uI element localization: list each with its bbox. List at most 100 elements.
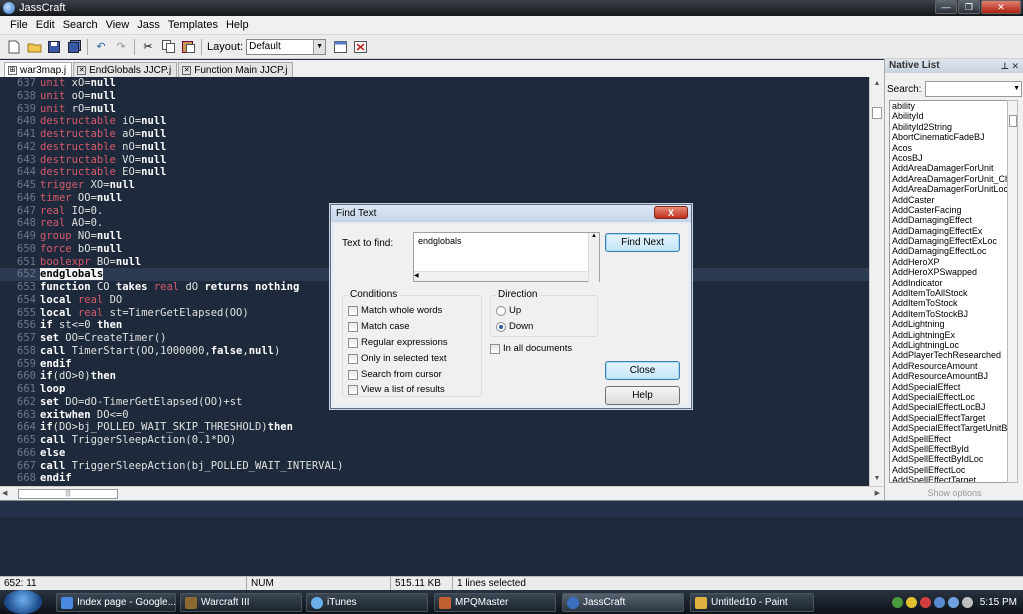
save-all-icon[interactable] <box>66 39 82 55</box>
paste-icon[interactable] <box>180 39 196 55</box>
code-line[interactable]: 665 call TriggerSleepAction(0.1*DO) <box>0 434 236 447</box>
native-list-scrollbar[interactable] <box>1007 100 1018 483</box>
tray-icon[interactable] <box>919 596 931 608</box>
tray-icon[interactable] <box>905 596 917 608</box>
code-line[interactable]: 646 timer OO=null <box>0 192 122 205</box>
code-line[interactable]: 664 if(DO>bj_POLLED_WAIT_SKIP_THRESHOLD)t… <box>0 421 293 434</box>
code-line[interactable]: 644 destructable EO=null <box>0 166 166 179</box>
match-case-checkbox[interactable]: Match case <box>348 321 410 332</box>
scroll-thumb[interactable] <box>872 107 882 119</box>
scroll-thumb[interactable] <box>1009 115 1017 127</box>
native-list-item[interactable]: AddHeroXP <box>890 257 1009 267</box>
scroll-left-icon[interactable]: ◀ <box>2 487 7 500</box>
menu-help[interactable]: Help <box>222 19 253 31</box>
undo-icon[interactable]: ↶ <box>93 39 109 55</box>
pin-close-icons[interactable]: ⊥ ✕ <box>1001 59 1019 73</box>
find-box-vscroll[interactable]: ▲ <box>588 233 599 282</box>
menu-view[interactable]: View <box>102 19 134 31</box>
native-list-item[interactable]: AddAreaDamagerForUnit <box>890 163 1009 173</box>
layout-dropdown[interactable]: Default ▼ <box>246 38 327 55</box>
native-list-item[interactable]: AbilityId <box>890 111 1009 121</box>
native-list-item[interactable]: AddResourceAmountBJ <box>890 371 1009 381</box>
native-list-item[interactable]: AddDamagingEffectEx <box>890 226 1009 236</box>
native-list-item[interactable]: AddSpecialEffectLoc <box>890 392 1009 402</box>
native-list-item[interactable]: AddItemToAllStock <box>890 288 1009 298</box>
close-window-button[interactable]: ✕ <box>981 0 1021 14</box>
code-line[interactable]: 638 unit oO=null <box>0 90 116 103</box>
close-layout-icon[interactable] <box>352 39 368 55</box>
code-line[interactable]: 657 set OO=CreateTimer() <box>0 332 166 345</box>
dialog-close-button[interactable]: X <box>654 206 688 219</box>
code-line[interactable]: 647 real IO=0. <box>0 205 103 218</box>
network-icon[interactable] <box>947 596 959 608</box>
menu-jass[interactable]: Jass <box>133 19 164 31</box>
open-folder-icon[interactable] <box>26 39 42 55</box>
code-line[interactable]: 663 exitwhen DO<=0 <box>0 409 129 422</box>
code-line[interactable]: 637 unit xO=null <box>0 77 116 90</box>
start-button[interactable] <box>4 590 42 614</box>
native-search-input[interactable]: ▼ <box>925 81 1022 97</box>
code-line[interactable]: 661 loop <box>0 383 65 396</box>
code-line[interactable]: 641 destructable aO=null <box>0 128 166 141</box>
scroll-down-icon[interactable]: ▼ <box>870 472 884 486</box>
native-list-item[interactable]: AddSpellEffect <box>890 434 1009 444</box>
code-line[interactable]: 655 local real st=TimerGetElapsed(OO) <box>0 307 249 320</box>
native-list-item[interactable]: AddCaster <box>890 195 1009 205</box>
native-list-item[interactable]: AddSpellEffectTarget <box>890 475 1009 482</box>
task-itunes[interactable]: iTunes <box>306 593 428 612</box>
new-file-icon[interactable] <box>6 39 22 55</box>
help-button[interactable]: Help <box>605 386 680 405</box>
save-icon[interactable] <box>46 39 62 55</box>
direction-up-radio[interactable]: Up <box>496 305 521 316</box>
menu-edit[interactable]: Edit <box>32 19 59 31</box>
task-jasscraft[interactable]: JassCraft <box>562 593 684 612</box>
find-box-hscroll[interactable]: ◀ <box>414 271 588 281</box>
close-icon[interactable]: ✕ <box>182 65 192 75</box>
native-list-item[interactable]: AddAreaDamagerForUnitLoc <box>890 184 1009 194</box>
native-list-item[interactable]: AddSpecialEffect <box>890 382 1009 392</box>
code-line[interactable]: 650 force bO=null <box>0 243 122 256</box>
native-function-list[interactable]: ability AbilityId AbilityId2String AbortCin… <box>889 100 1010 483</box>
in-all-documents-checkbox[interactable]: In all documents <box>490 343 572 354</box>
native-list-item[interactable]: AddLightningLoc <box>890 340 1009 350</box>
close-button[interactable]: Close <box>605 361 680 380</box>
menu-file[interactable]: File <box>6 19 32 31</box>
native-list-item[interactable]: AddHeroXPSwapped <box>890 267 1009 277</box>
editor-vertical-scrollbar[interactable]: ▲ ▼ <box>869 77 884 486</box>
code-line[interactable]: 642 destructable nO=null <box>0 141 166 154</box>
task-google[interactable]: Index page - Google... <box>56 593 176 612</box>
native-list-item[interactable]: Acos <box>890 143 1009 153</box>
code-line[interactable]: 660 if(dO>0)then <box>0 370 116 383</box>
native-list-item[interactable]: AddSpecialEffectTargetUnitBJ <box>890 423 1009 433</box>
menu-search[interactable]: Search <box>59 19 102 31</box>
native-list-item[interactable]: AddDamagingEffectExLoc <box>890 236 1009 246</box>
native-list-item[interactable]: AddAreaDamagerForUnit_Chi <box>890 174 1009 184</box>
native-list-item[interactable]: AddDamagingEffectLoc <box>890 246 1009 256</box>
native-list-item[interactable]: AddSpellEffectById <box>890 444 1009 454</box>
find-text-input[interactable]: endglobals ◀ ▲ <box>413 232 600 282</box>
regular-expressions-checkbox[interactable]: Regular expressions <box>348 337 448 348</box>
code-line[interactable]: 668 endif <box>0 472 72 485</box>
code-line[interactable]: 639 unit rO=null <box>0 103 116 116</box>
tray-icon[interactable] <box>933 596 945 608</box>
native-list-item[interactable]: AddItemToStock <box>890 298 1009 308</box>
code-line[interactable]: 643 destructable VO=null <box>0 154 166 167</box>
code-line[interactable]: 651 boolexpr BO=null <box>0 256 141 269</box>
direction-down-radio[interactable]: Down <box>496 321 533 332</box>
native-list-item[interactable]: AbilityId2String <box>890 122 1009 132</box>
native-list-item[interactable]: AbortCinematicFadeBJ <box>890 132 1009 142</box>
scroll-thumb[interactable]: ||| <box>18 489 118 499</box>
native-list-item[interactable]: AddLightningEx <box>890 330 1009 340</box>
tab-function-main[interactable]: ✕ Function Main JJCP.j <box>178 62 294 77</box>
window-layout-icon[interactable] <box>332 39 348 55</box>
tray-icon[interactable] <box>891 596 903 608</box>
native-list-item[interactable]: AddIndicator <box>890 278 1009 288</box>
code-line[interactable]: 666 else <box>0 447 65 460</box>
code-line[interactable]: 640 destructable iO=null <box>0 115 166 128</box>
clock[interactable]: 5:15 PM <box>980 597 1017 608</box>
native-list-item[interactable]: AddSpellEffectLoc <box>890 465 1009 475</box>
native-list-item[interactable]: ability <box>890 101 1009 111</box>
native-list-item[interactable]: AddSpecialEffectTarget <box>890 413 1009 423</box>
tab-war3map[interactable]: ⊞ war3map.j <box>4 62 73 77</box>
code-line[interactable]: 649 group NO=null <box>0 230 122 243</box>
